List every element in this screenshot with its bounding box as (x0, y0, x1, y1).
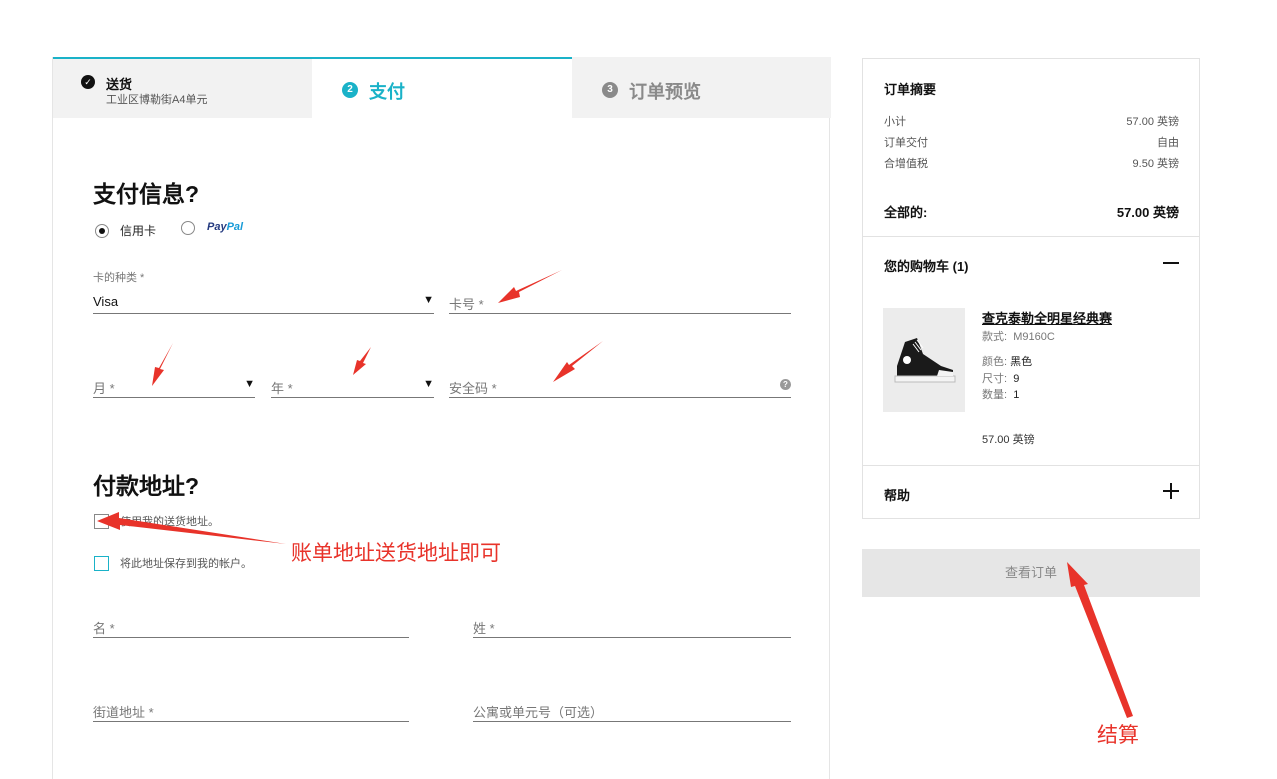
red-arrow-icon (97, 270, 1133, 718)
checkout-annotation-note: 结算 (1097, 724, 1139, 747)
billing-annotation-note: 账单地址送货地址即可 (291, 542, 501, 565)
annotation-overlay (97, 270, 1133, 718)
